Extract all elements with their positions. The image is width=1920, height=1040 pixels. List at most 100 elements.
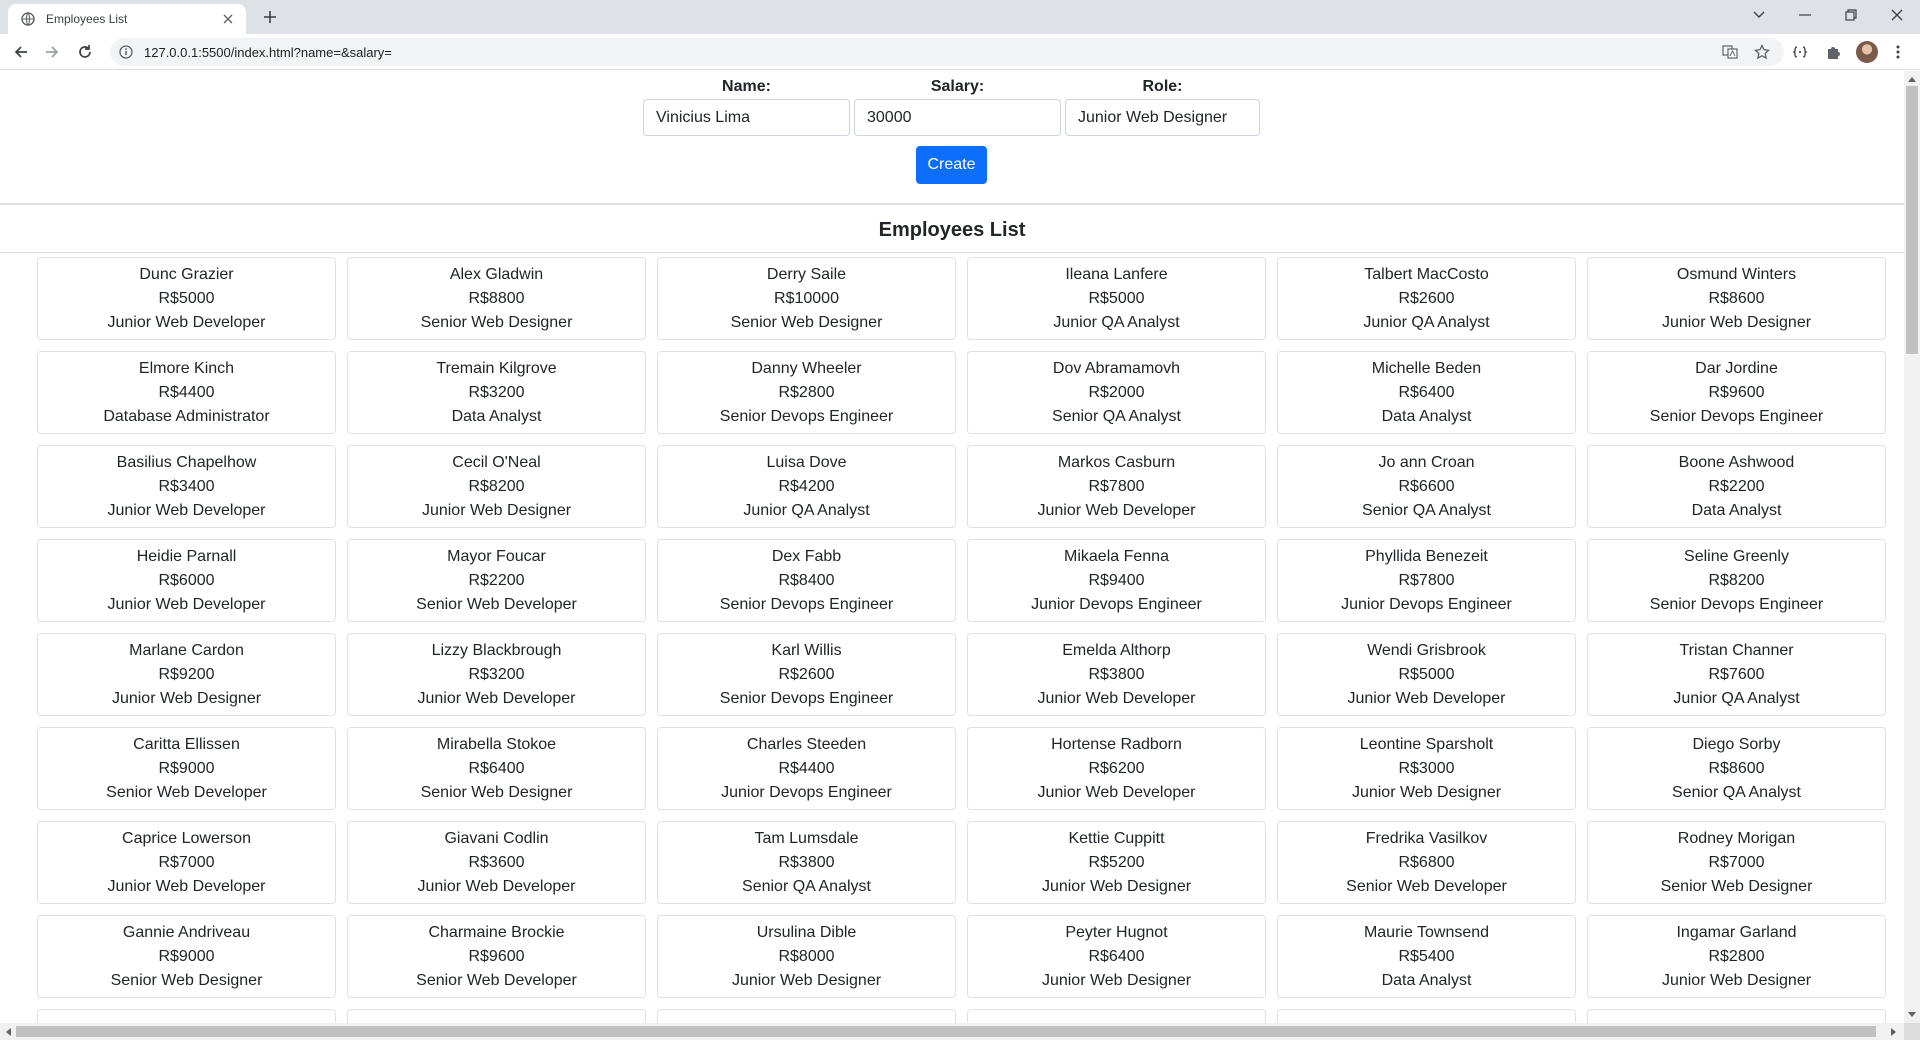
employee-salary: R$2200 <box>468 571 525 589</box>
employee-salary: R$2600 <box>778 665 835 683</box>
menu-dots-icon[interactable] <box>1888 42 1908 62</box>
employee-card: Dar Jordine R$9600 Senior Devops Engineer <box>1587 351 1886 434</box>
employee-card: Gannie Andriveau R$9000 Senior Web Designe… <box>37 915 336 998</box>
info-icon[interactable] <box>118 44 134 60</box>
salary-input[interactable] <box>854 99 1061 136</box>
employee-role: Junior Web Developer <box>107 313 266 331</box>
employee-salary: R$8600 <box>1708 759 1765 777</box>
employee-name: Boone Ashwood <box>1678 453 1795 471</box>
employee-name: Leontine Sparsholt <box>1359 735 1494 753</box>
employee-name: Osmund Winters <box>1676 265 1797 283</box>
employee-name: Charles Steeden <box>746 735 867 753</box>
role-label: Role: <box>1142 78 1183 95</box>
name-input[interactable] <box>643 99 850 136</box>
star-icon[interactable] <box>1752 42 1772 62</box>
browser-toolbar: 127.0.0.1:5500/index.html?name=&salary= <box>0 34 1920 70</box>
puzzle-icon[interactable] <box>1824 42 1844 62</box>
employee-name: Basilius Chapelhow <box>116 453 257 471</box>
employee-name: Seline Greenly <box>1684 547 1789 565</box>
employee-card: Caritta Ellissen R$9000 Senior Web Develop… <box>37 727 336 810</box>
employee-card: Ingamar Garland R$2800 Junior Web Designer <box>1587 915 1886 998</box>
new-tab-button[interactable] <box>260 7 280 27</box>
employee-name: Tam Lumsdale <box>754 829 859 847</box>
back-arrow-icon[interactable] <box>11 42 31 62</box>
employee-role: Junior Web Designer <box>1041 877 1192 895</box>
employee-role: Junior Web Designer <box>1041 971 1192 989</box>
restore-icon[interactable] <box>1836 4 1866 26</box>
employee-role: Junior Web Developer <box>107 595 266 613</box>
employee-card: Luisa Dove R$4200 Junior QA Analyst <box>657 445 956 528</box>
employee-name: Charmaine Brockie <box>428 923 565 941</box>
url-text: 127.0.0.1:5500/index.html?name=&salary= <box>144 44 392 60</box>
employee-name: Caprice Lowerson <box>122 829 251 847</box>
vertical-scroll-thumb[interactable] <box>1906 86 1918 354</box>
horizontal-scroll-thumb[interactable] <box>16 1026 1876 1037</box>
translate-icon[interactable] <box>1720 42 1740 62</box>
employee-name: Rodney Morigan <box>1677 829 1796 847</box>
employee-role: Junior Web Developer <box>107 501 266 519</box>
employee-name: Tristan Channer <box>1679 641 1794 659</box>
profile-avatar[interactable] <box>1856 41 1878 63</box>
employee-salary: R$8000 <box>778 947 835 965</box>
employee-salary: R$6200 <box>1088 759 1145 777</box>
employee-role: Data Analyst <box>1381 407 1472 425</box>
employee-card: Mikaela Fenna R$9400 Junior Devops Enginee… <box>967 539 1266 622</box>
employee-salary: R$5000 <box>1088 289 1145 307</box>
employee-name: Maurie Townsend <box>1363 923 1490 941</box>
employee-role: Senior Devops Engineer <box>719 407 894 425</box>
employee-name: Marlane Cardon <box>129 641 244 659</box>
employee-role: Senior Web Developer <box>416 971 577 989</box>
employee-salary: R$4200 <box>778 477 835 495</box>
close-icon[interactable] <box>220 11 236 27</box>
employee-card: Danny Wheeler R$2800 Senior Devops Enginee… <box>657 351 956 434</box>
scroll-up-arrow-icon[interactable] <box>1904 71 1920 87</box>
employee-salary: R$10000 <box>774 289 839 307</box>
employee-card: Ursulina Dible R$8000 Junior Web Designer <box>657 915 956 998</box>
employee-card: Ileana Lanfere R$5000 Junior QA Analyst <box>967 257 1266 340</box>
forward-arrow-icon[interactable] <box>42 42 62 62</box>
employee-salary: R$6400 <box>468 759 525 777</box>
employee-name: Emelda Althorp <box>1062 641 1171 659</box>
scrollbar-corner <box>1904 1023 1920 1040</box>
employee-salary: R$4400 <box>778 759 835 777</box>
extension-braces-icon[interactable] <box>1790 42 1810 62</box>
employee-card: Charmaine Brockie R$9600 Senior Web Develo… <box>347 915 646 998</box>
reload-icon[interactable] <box>75 42 95 62</box>
employee-name: Phyllida Benezeit <box>1365 547 1488 565</box>
employee-role: Senior Web Designer <box>110 971 263 989</box>
employee-role: Junior Web Developer <box>107 877 266 895</box>
employee-card: Elmore Kinch R$4400 Database Administrator <box>37 351 336 434</box>
employee-name: Caritta Ellissen <box>133 735 240 753</box>
employee-card: Dex Fabb R$8400 Senior Devops Engineer <box>657 539 956 622</box>
employee-card: Alex Gladwin R$8800 Senior Web Designer <box>347 257 646 340</box>
employee-card: Talbert MacCosto R$2600 Junior QA Analyst <box>1277 257 1576 340</box>
role-input[interactable] <box>1065 99 1260 136</box>
employee-salary: R$5400 <box>1398 947 1455 965</box>
employee-card: Tristan Channer R$7600 Junior QA Analyst <box>1587 633 1886 716</box>
employee-role: Senior Devops Engineer <box>719 595 894 613</box>
employee-role: Senior Web Developer <box>416 595 577 613</box>
close-window-icon[interactable] <box>1882 4 1912 26</box>
employee-role: Data Analyst <box>1691 501 1782 519</box>
employee-role: Junior Devops Engineer <box>1031 595 1202 613</box>
chevron-down-icon[interactable] <box>1744 4 1774 26</box>
employee-card: Rodney Morigan R$7000 Senior Web Designer <box>1587 821 1886 904</box>
create-button[interactable]: Create <box>916 146 987 184</box>
scroll-left-arrow-icon[interactable] <box>0 1024 16 1040</box>
employee-card: Osmund Winters R$8600 Junior Web Designer <box>1587 257 1886 340</box>
scroll-down-arrow-icon[interactable] <box>1904 1007 1920 1023</box>
employee-name: Diego Sorby <box>1692 735 1781 753</box>
employee-name: Wendi Grisbrook <box>1367 641 1486 659</box>
employee-salary: R$8600 <box>1708 289 1765 307</box>
scroll-right-arrow-icon[interactable] <box>1886 1024 1902 1040</box>
address-bar[interactable]: 127.0.0.1:5500/index.html?name=&salary= <box>110 38 1784 66</box>
browser-tab-bar: Employees List <box>0 0 1920 34</box>
employee-role: Senior Devops Engineer <box>1649 407 1824 425</box>
browser-tab[interactable]: Employees List <box>8 4 246 34</box>
employee-salary: R$8800 <box>468 289 525 307</box>
employee-salary: R$2800 <box>1708 947 1765 965</box>
minimize-icon[interactable] <box>1790 4 1820 26</box>
employee-name: Cecil O'Neal <box>452 453 541 471</box>
employee-card: Diego Sorby R$8600 Senior QA Analyst <box>1587 727 1886 810</box>
employee-role: Senior Web Developer <box>106 783 267 801</box>
